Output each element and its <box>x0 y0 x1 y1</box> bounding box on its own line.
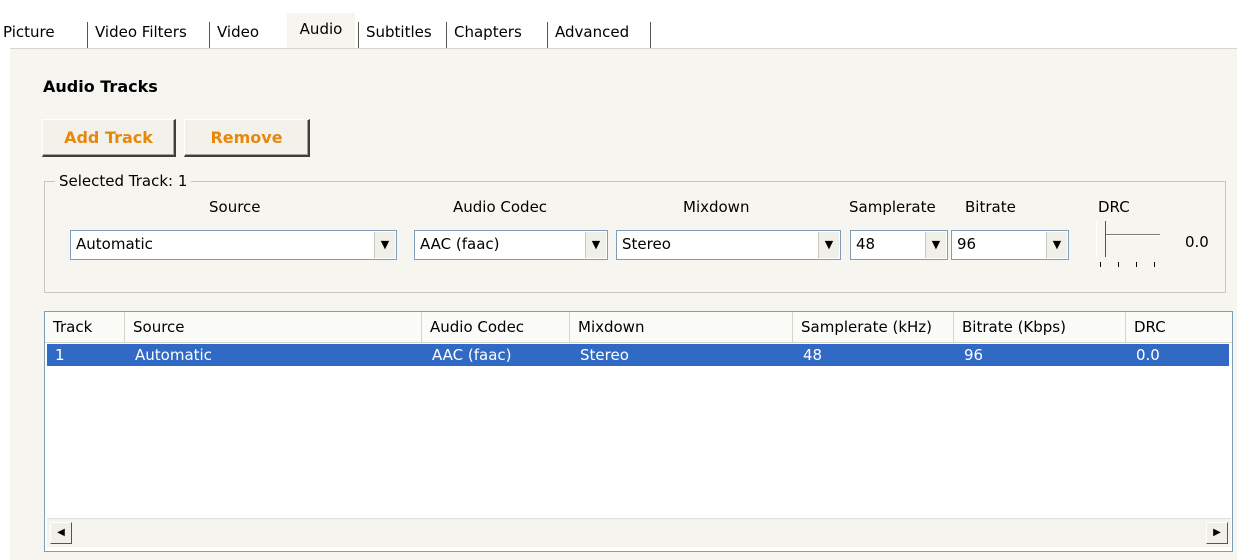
tab-chapters[interactable]: Chapters <box>451 16 525 48</box>
remove-button[interactable]: Remove <box>184 119 310 157</box>
tab-subtitles[interactable]: Subtitles <box>363 16 435 48</box>
source-value: Automatic <box>76 235 153 253</box>
column-header-bitrate[interactable]: Bitrate (Kbps) <box>954 312 1126 342</box>
cell-track: 1 <box>55 346 65 364</box>
chevron-down-icon[interactable]: ▼ <box>1046 232 1067 258</box>
tab-separator <box>209 22 210 48</box>
horizontal-scrollbar[interactable]: ◀ ▶ <box>47 518 1231 547</box>
chevron-down-icon[interactable]: ▼ <box>374 232 395 258</box>
column-header-source[interactable]: Source <box>125 312 422 342</box>
tab-advanced[interactable]: Advanced <box>552 16 632 48</box>
column-header-drc[interactable]: DRC <box>1126 312 1230 342</box>
bitrate-dropdown[interactable]: 96 ▼ <box>951 230 1069 260</box>
mixdown-label: Mixdown <box>683 198 750 216</box>
tab-bar: Picture Video Filters Video Audio Subtit… <box>0 13 665 50</box>
tab-audio[interactable]: Audio <box>287 13 355 50</box>
tab-video-filters[interactable]: Video Filters <box>92 16 190 48</box>
tab-separator <box>358 22 359 48</box>
tab-separator <box>547 22 548 48</box>
chevron-down-icon[interactable]: ▼ <box>818 232 839 258</box>
drc-slider-thumb[interactable] <box>1096 221 1106 257</box>
bitrate-label: Bitrate <box>965 198 1016 216</box>
audio-codec-label: Audio Codec <box>453 198 548 216</box>
audio-codec-dropdown[interactable]: AAC (faac) ▼ <box>414 230 608 260</box>
column-header-track[interactable]: Track <box>45 312 125 342</box>
tab-separator <box>87 22 88 48</box>
cell-drc: 0.0 <box>1136 346 1160 364</box>
cell-audio-codec: AAC (faac) <box>432 346 512 364</box>
list-header: Track Source Audio Codec Mixdown Sampler… <box>45 312 1232 343</box>
tab-separator <box>446 22 447 48</box>
drc-slider-ticks <box>1100 262 1158 268</box>
audio-codec-value: AAC (faac) <box>420 235 500 253</box>
drc-slider-track[interactable] <box>1106 234 1160 236</box>
scroll-right-icon[interactable]: ▶ <box>1206 522 1228 544</box>
cell-samplerate: 48 <box>803 346 823 364</box>
tab-separator <box>650 22 651 48</box>
samplerate-value: 48 <box>856 235 876 253</box>
add-track-button[interactable]: Add Track <box>42 119 176 157</box>
tab-picture[interactable]: Picture <box>0 16 58 48</box>
scroll-left-icon[interactable]: ◀ <box>50 522 72 544</box>
selected-track-legend: Selected Track: 1 <box>59 172 188 190</box>
column-header-audio-codec[interactable]: Audio Codec <box>422 312 570 342</box>
column-header-samplerate[interactable]: Samplerate (kHz) <box>793 312 954 342</box>
source-dropdown[interactable]: Automatic ▼ <box>70 230 397 260</box>
drc-label: DRC <box>1098 198 1130 216</box>
samplerate-dropdown[interactable]: 48 ▼ <box>850 230 948 260</box>
table-row[interactable]: 1 Automatic AAC (faac) Stereo 48 96 0.0 <box>47 344 1229 366</box>
cell-source: Automatic <box>135 346 212 364</box>
source-label: Source <box>209 198 261 216</box>
samplerate-label: Samplerate <box>849 198 936 216</box>
column-header-mixdown[interactable]: Mixdown <box>570 312 793 342</box>
tab-video[interactable]: Video <box>214 16 262 48</box>
mixdown-value: Stereo <box>622 235 671 253</box>
mixdown-dropdown[interactable]: Stereo ▼ <box>616 230 841 260</box>
section-title: Audio Tracks <box>43 77 158 96</box>
drc-value: 0.0 <box>1185 233 1209 251</box>
bitrate-value: 96 <box>957 235 977 253</box>
chevron-down-icon[interactable]: ▼ <box>925 232 946 258</box>
audio-track-list[interactable]: Track Source Audio Codec Mixdown Sampler… <box>44 311 1233 552</box>
cell-mixdown: Stereo <box>580 346 629 364</box>
cell-bitrate: 96 <box>964 346 984 364</box>
chevron-down-icon[interactable]: ▼ <box>585 232 606 258</box>
panel-top-border <box>10 48 1237 49</box>
